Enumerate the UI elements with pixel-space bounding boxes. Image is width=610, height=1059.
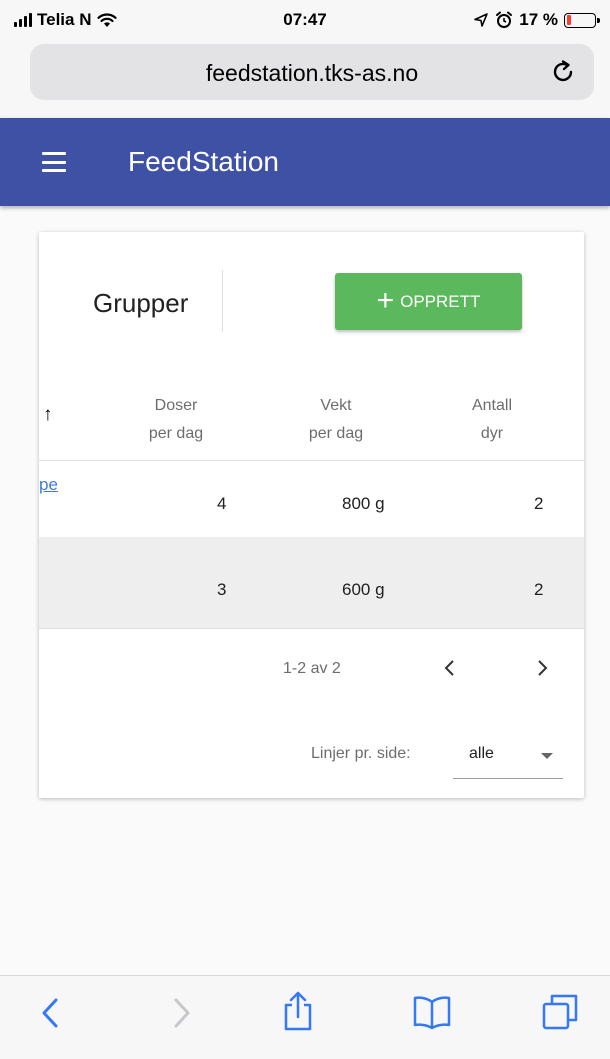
battery-level [566,15,572,25]
chevron-right-icon[interactable] [535,658,549,678]
header-doses-line1: Doser [154,397,198,414]
column-header-doses[interactable]: Doser per dag [121,392,231,448]
header-weight-line1: Vekt [320,397,352,414]
reload-icon[interactable] [550,59,576,85]
alarm-icon [496,11,513,28]
menu-icon[interactable] [42,152,66,172]
cell-doses: 3 [217,580,227,599]
tabs-icon[interactable] [540,992,580,1032]
app-bar: FeedStation [0,118,610,206]
dropdown-arrow-icon [541,753,553,759]
create-button[interactable]: + OPPRETT [335,273,522,330]
cell-weight: 600 g [342,580,385,599]
column-header-animals[interactable]: Antall dyr [437,392,547,448]
header-doses-line2: per dag [148,425,204,442]
title-divider [222,270,223,332]
cell-doses: 4 [217,494,227,513]
header-animals-line1: Antall [471,397,513,414]
table-row[interactable]: 3 600 g 2 [39,537,584,629]
header-animals-line2: dyr [480,425,504,442]
browser-address-area: feedstation.tks-as.no [0,40,610,118]
groups-card: Grupper + OPPRETT ↑ Doser per dag Vekt p… [39,232,584,798]
battery-icon [564,12,600,28]
rows-per-page-value: alle [469,745,494,762]
back-icon[interactable] [40,996,60,1030]
rows-per-page-label: Linjer pr. side: [311,745,411,762]
group-name-link[interactable]: pe [39,475,58,495]
app-title: FeedStation [128,146,279,177]
header-weight-line2: per dag [308,425,364,442]
url-text[interactable]: feedstation.tks-as.no [30,60,594,87]
column-header-weight[interactable]: Vekt per dag [281,392,391,448]
create-button-label: OPPRETT [400,291,481,311]
bookmarks-icon[interactable] [412,994,452,1030]
status-bar: Telia N 07:47 17 % [0,0,610,40]
address-bar[interactable]: feedstation.tks-as.no [30,44,594,100]
share-icon[interactable] [282,990,314,1032]
sort-arrow-icon[interactable]: ↑ [43,404,53,426]
card-title: Grupper [93,288,189,318]
rows-per-page-select[interactable]: alle [453,737,563,779]
cell-weight: 800 g [342,494,385,513]
status-right: 17 % [473,10,600,30]
battery-percent: 17 % [519,10,558,29]
pagination-range: 1-2 av 2 [283,660,341,677]
cell-animals: 2 [534,580,544,599]
chevron-left-icon[interactable] [443,658,457,678]
browser-toolbar [0,975,610,1059]
cell-animals: 2 [534,494,544,513]
plus-icon: + [376,283,395,317]
forward-icon[interactable] [172,996,192,1030]
location-arrow-icon [474,13,489,27]
